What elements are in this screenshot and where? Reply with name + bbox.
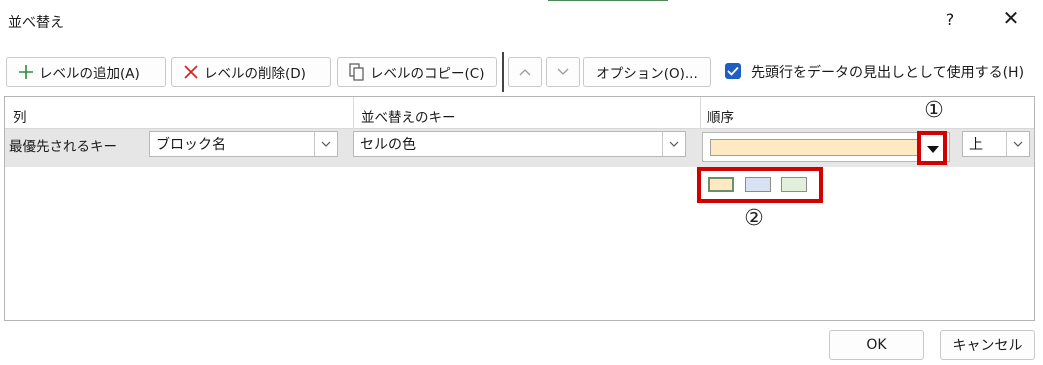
add-level-label: レベルの追加(A): [39, 66, 140, 82]
annotation-marker-1: ①: [924, 98, 944, 123]
column-select[interactable]: ブロック名: [149, 131, 338, 157]
selected-color-swatch: [710, 139, 920, 156]
title-bar: 並べ替え ? ✕: [0, 0, 1043, 44]
color-palette: [700, 170, 820, 200]
copy-level-button[interactable]: レベルのコピー(C): [337, 57, 497, 87]
sort-key-select[interactable]: セルの色: [353, 131, 686, 157]
chevron-down-icon: [557, 64, 569, 80]
priority-label: 最優先されるキー: [9, 139, 117, 155]
sort-levels-grid: 列 並べ替えのキー 順序 最優先されるキー: [4, 96, 1035, 321]
delete-level-label: レベルの削除(D): [204, 66, 306, 82]
chevron-down-icon: [314, 132, 337, 156]
header-checkbox-label[interactable]: 先頭行をデータの見出しとして使用する(H): [751, 62, 1024, 82]
order-header: 順序: [707, 110, 734, 126]
order-position-value: 上: [969, 137, 983, 153]
column-header: 列: [13, 110, 27, 126]
order-position-select[interactable]: 上: [962, 131, 1030, 157]
delete-x-icon: [182, 63, 200, 81]
add-level-button[interactable]: レベルの追加(A): [6, 57, 166, 87]
caret-down-icon: [927, 145, 939, 153]
move-down-button[interactable]: [546, 57, 580, 87]
ok-button[interactable]: OK: [829, 330, 924, 360]
column-divider: [353, 97, 354, 128]
column-select-value: ブロック名: [156, 137, 226, 153]
annotation-marker-2: ②: [744, 206, 764, 231]
dialog-title: 並べ替え: [8, 15, 64, 31]
cancel-button[interactable]: キャンセル: [940, 330, 1035, 360]
close-button[interactable]: ✕: [996, 6, 1026, 30]
header-checkbox[interactable]: [725, 63, 741, 79]
options-button[interactable]: オプション(O)...: [583, 57, 711, 87]
sort-key-select-value: セルの色: [360, 137, 416, 153]
copy-icon: [348, 63, 366, 81]
order-color-select[interactable]: [702, 132, 950, 162]
color-swatch-option[interactable]: [708, 177, 734, 192]
color-swatch-option[interactable]: [745, 177, 771, 192]
column-divider: [700, 97, 701, 128]
color-swatch-option[interactable]: [781, 177, 807, 192]
move-up-button[interactable]: [508, 57, 542, 87]
checkmark-icon: [727, 66, 739, 76]
plus-icon: [17, 63, 35, 81]
toolbar-divider: [502, 52, 504, 92]
chevron-up-icon: [519, 64, 531, 80]
copy-level-label: レベルのコピー(C): [370, 66, 485, 82]
color-dropdown-button[interactable]: [922, 138, 944, 160]
chevron-down-icon: [1006, 132, 1029, 156]
chevron-down-icon: [662, 132, 685, 156]
help-button[interactable]: ?: [940, 10, 960, 29]
sort-key-header: 並べ替えのキー: [361, 110, 456, 126]
delete-level-button[interactable]: レベルの削除(D): [171, 57, 331, 87]
